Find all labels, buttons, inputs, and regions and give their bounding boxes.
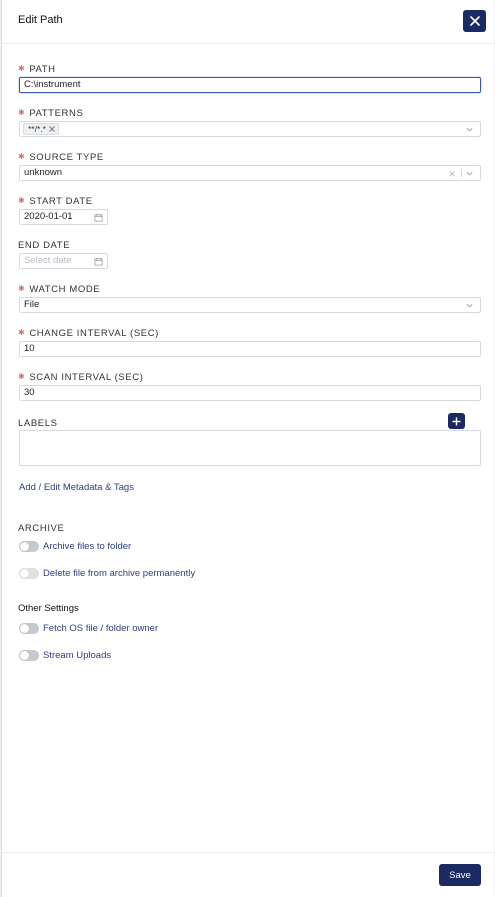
close-icon [469,16,480,26]
path-input[interactable]: C:\instrument [19,77,481,93]
edit-metadata-link[interactable]: Add / Edit Metadata & Tags [19,482,134,493]
required-marker: ✱ [18,196,26,205]
delete-archive-option: Delete file from archive permanently [19,567,195,579]
scan-interval-label: ✱ SCAN INTERVAL (SEC) [18,372,144,383]
clear-icon[interactable]: ✕ [448,167,456,181]
fetch-owner-option: Fetch OS file / folder owner [19,622,158,634]
stream-uploads-toggle[interactable] [19,649,39,661]
required-marker: ✱ [18,372,26,381]
panel-footer [2,852,494,897]
pattern-tag-label: **/*.* [28,124,46,134]
patterns-label: ✱ PATTERNS [18,108,84,119]
edit-path-panel: Edit Path ✱ PATH C:\instrument ✱ PATTERNS … [1,0,494,897]
archive-files-toggle[interactable] [19,540,39,552]
stream-uploads-option: Stream Uploads [19,649,111,661]
stream-uploads-label: Stream Uploads [43,649,112,661]
watch-mode-value: File [24,299,40,310]
labels-textarea[interactable] [19,430,481,466]
change-interval-label: ✱ CHANGE INTERVAL (SEC) [18,328,159,339]
chevron-down-icon [466,127,473,132]
scan-interval-input[interactable]: 30 [19,385,481,401]
end-date-picker[interactable]: Select date [19,253,108,269]
save-button[interactable]: Save [439,864,481,886]
patterns-select[interactable]: **/*.* [19,121,481,137]
source-type-select[interactable]: unknown ✕ [19,165,481,181]
delete-archive-label: Delete file from archive permanently [43,567,196,579]
chevron-down-icon [466,303,473,308]
fetch-owner-label: Fetch OS file / folder owner [43,622,159,634]
start-date-value: 2020-01-01 [24,211,73,222]
watch-mode-label: ✱ WATCH MODE [18,284,101,295]
path-input-value: C:\instrument [24,79,81,90]
end-date-placeholder: Select date [24,255,72,266]
calendar-icon [94,213,103,222]
chevron-down-icon [466,171,473,176]
other-settings-title: Other Settings [18,603,79,614]
pattern-tag: **/*.* [23,123,59,135]
calendar-icon [94,257,103,266]
source-type-label: ✱ SOURCE TYPE [18,152,104,163]
required-marker: ✱ [18,152,26,161]
required-marker: ✱ [18,284,26,293]
delete-archive-toggle[interactable] [19,567,39,579]
panel-header: Edit Path [2,0,494,44]
change-interval-input[interactable]: 10 [19,341,481,357]
plus-icon [452,417,461,425]
panel-title: Edit Path [18,14,63,26]
required-marker: ✱ [18,64,26,73]
required-marker: ✱ [18,108,26,117]
add-label-button[interactable] [448,413,465,429]
close-button[interactable] [463,10,486,32]
archive-files-label: Archive files to folder [43,540,132,552]
archive-files-option: Archive files to folder [19,540,131,552]
start-date-picker[interactable]: 2020-01-01 [19,209,108,225]
scan-interval-value: 30 [24,387,35,398]
fetch-owner-toggle[interactable] [19,622,39,634]
watch-mode-select[interactable]: File [19,297,481,313]
change-interval-value: 10 [24,343,35,354]
required-marker: ✱ [18,328,26,337]
source-type-value: unknown [24,167,63,178]
select-divider [461,169,462,177]
tag-remove-icon[interactable] [49,126,55,132]
labels-label: LABELS [18,418,58,429]
archive-section-title: ARCHIVE [18,523,65,534]
end-date-label: END DATE [18,240,71,251]
path-label: ✱ PATH [18,64,56,75]
start-date-label: ✱ START DATE [18,196,93,207]
